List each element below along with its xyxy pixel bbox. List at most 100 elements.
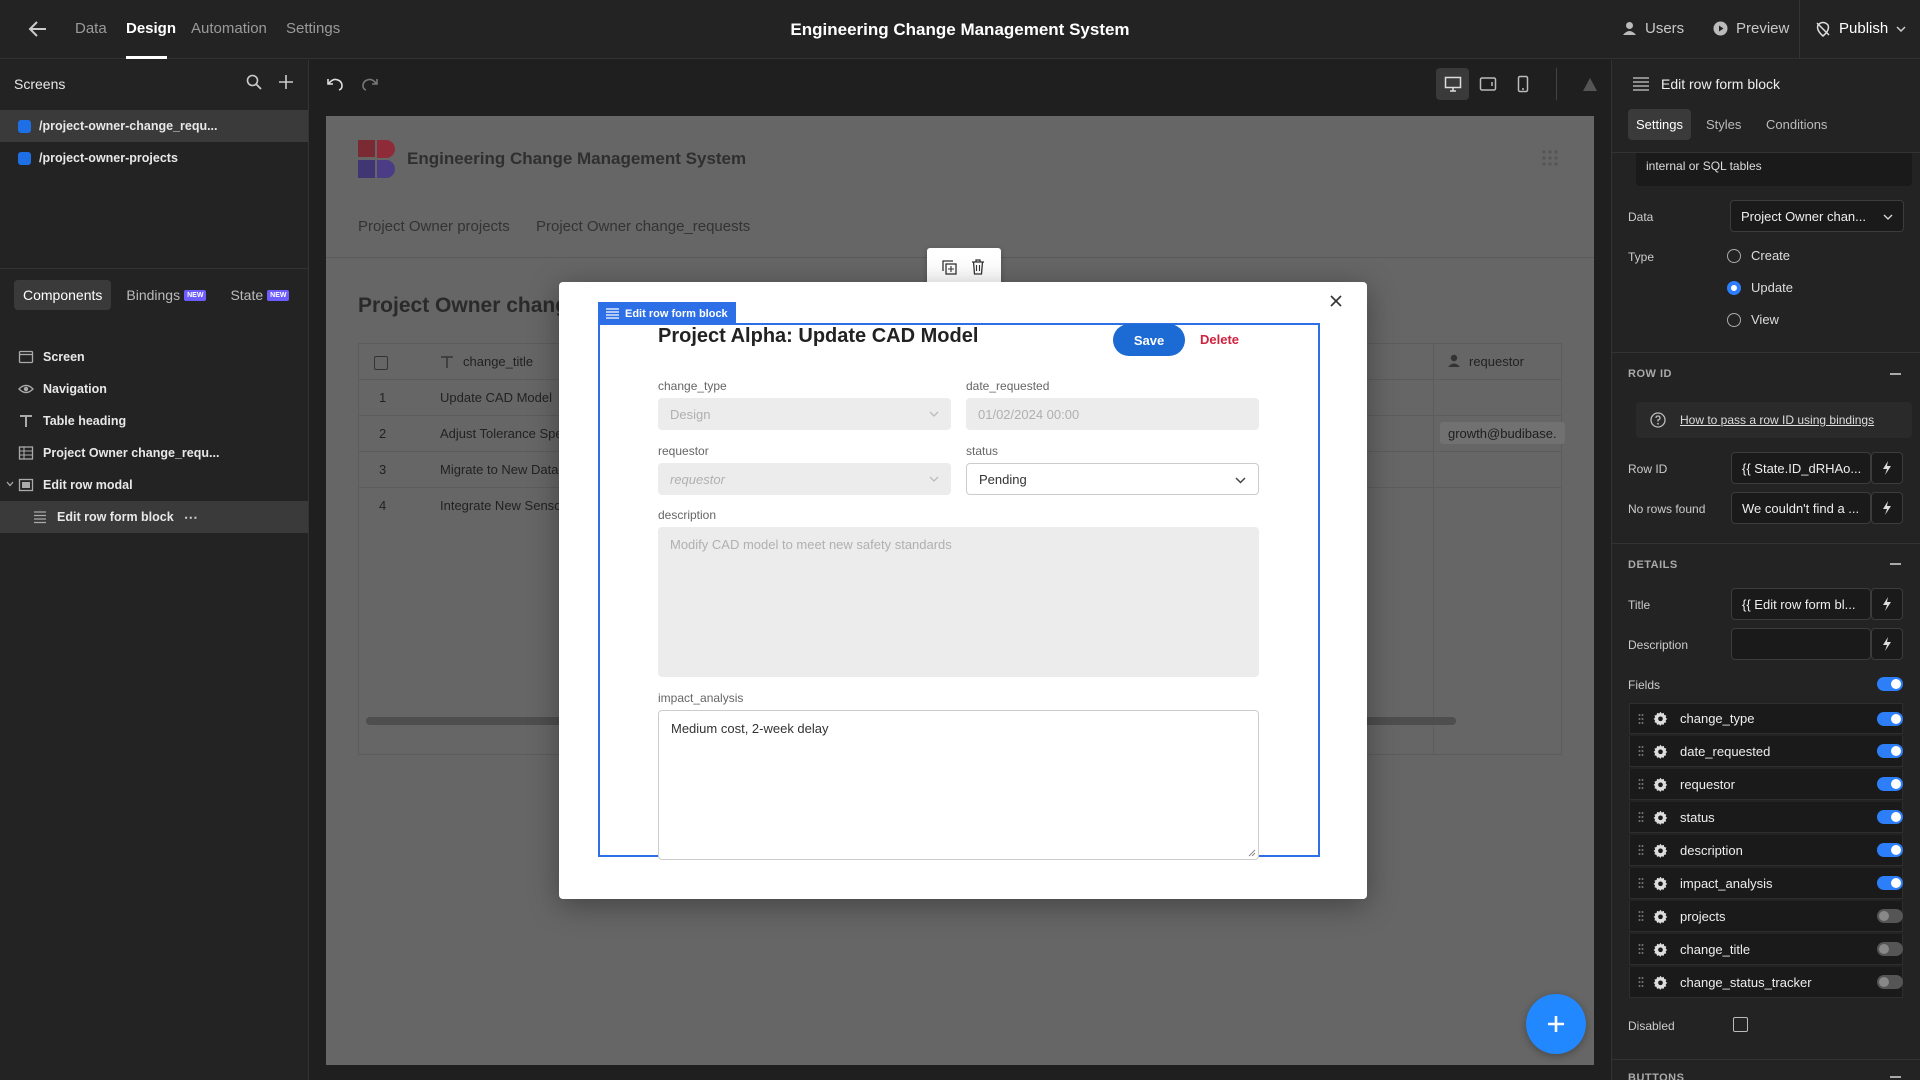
delete-button[interactable]: Delete [1200,332,1239,347]
binding-bolt-icon[interactable] [1871,588,1903,620]
gear-icon[interactable] [1653,777,1668,792]
more-options-icon[interactable]: ⋯ [184,509,199,526]
app-nav-change-requests[interactable]: Project Owner change_requests [536,218,750,235]
disabled-checkbox[interactable] [1733,1017,1748,1032]
field-row-change_title[interactable]: change_title [1629,934,1903,965]
tab-settings[interactable]: Settings [1628,109,1691,140]
drag-handle-icon[interactable] [1638,811,1644,823]
add-screen-icon[interactable] [278,74,294,90]
gear-icon[interactable] [1653,975,1668,990]
field-visibility-toggle[interactable] [1877,843,1903,857]
gear-icon[interactable] [1653,711,1668,726]
tab-conditions[interactable]: Conditions [1766,117,1827,132]
drag-handle-icon[interactable] [1638,910,1644,922]
drag-handle-icon[interactable] [1638,844,1644,856]
redo-icon[interactable] [361,76,379,92]
screen-item-projects[interactable]: /project-owner-projects [0,142,308,174]
delete-trash-icon[interactable] [971,259,985,275]
tab-state[interactable]: State NEW [221,280,298,310]
desktop-view-icon[interactable] [1436,68,1469,100]
collapse-icon[interactable] [1890,563,1901,565]
tablet-view-icon[interactable] [1479,76,1497,92]
type-radio-update[interactable]: Update [1727,280,1793,295]
requestor-select[interactable]: requestor [658,463,951,495]
publish-button[interactable]: Publish [1815,20,1906,37]
drag-handle-icon[interactable] [1638,877,1644,889]
row-id-help-link[interactable]: How to pass a row ID using bindings [1680,413,1874,427]
binding-bolt-icon[interactable] [1871,628,1903,660]
mobile-view-icon[interactable] [1517,75,1529,93]
column-header-change-title[interactable]: change_title [463,354,533,369]
data-source-select[interactable]: Project Owner chan... [1730,200,1904,232]
tab-bindings[interactable]: Bindings NEW [117,280,215,310]
drag-handle-icon[interactable] [1638,745,1644,757]
field-visibility-toggle[interactable] [1877,744,1903,758]
field-visibility-toggle[interactable] [1877,942,1903,956]
field-row-date_requested[interactable]: date_requested [1629,736,1903,767]
save-button[interactable]: Save [1113,324,1185,356]
status-select[interactable]: Pending [966,463,1259,495]
change-type-select[interactable]: Design [658,398,951,430]
tree-item-edit-row-form-block[interactable]: Edit row form block ⋯ [0,501,308,533]
undo-icon[interactable] [326,76,344,92]
users-button[interactable]: Users [1622,20,1684,37]
tab-styles[interactable]: Styles [1706,117,1741,132]
collapse-icon[interactable] [1890,373,1901,375]
drag-handle-icon[interactable] [1638,778,1644,790]
edit-row-form-block[interactable]: Project Alpha: Update CAD Model Save Del… [598,323,1320,860]
tab-components[interactable]: Components [14,280,112,310]
resize-handle-icon[interactable] [1248,849,1256,857]
tree-item-table[interactable]: Project Owner change_requ... [0,437,308,469]
binding-bolt-icon[interactable] [1871,452,1903,484]
field-row-status[interactable]: status [1629,802,1903,833]
field-visibility-toggle[interactable] [1877,909,1903,923]
field-visibility-toggle[interactable] [1877,777,1903,791]
binding-bolt-icon[interactable] [1871,492,1903,524]
tree-item-table-heading[interactable]: Table heading [0,405,308,437]
drag-handle-icon[interactable] [1638,943,1644,955]
tree-item-screen[interactable]: Screen [0,341,308,373]
gear-icon[interactable] [1653,810,1668,825]
gear-icon[interactable] [1653,876,1668,891]
type-radio-create[interactable]: Create [1727,248,1790,263]
field-row-description[interactable]: description [1629,835,1903,866]
fields-master-toggle[interactable] [1877,677,1903,691]
collapse-icon[interactable] [1890,1076,1901,1078]
drag-handle-icon[interactable] [1638,713,1644,725]
drag-handle-icon[interactable] [1638,976,1644,988]
tree-item-navigation[interactable]: Navigation [0,373,308,405]
gear-icon[interactable] [1653,942,1668,957]
row-id-input[interactable]: {{ State.ID_dRHAo... [1731,452,1871,484]
duplicate-icon[interactable] [942,260,957,275]
preview-button[interactable]: Preview [1713,20,1789,37]
column-header-requestor[interactable]: requestor [1469,354,1524,369]
field-row-change_type[interactable]: change_type [1629,703,1903,734]
impact-analysis-textarea[interactable]: Medium cost, 2-week delay [658,710,1259,860]
field-row-projects[interactable]: projects [1629,901,1903,932]
field-row-impact_analysis[interactable]: impact_analysis [1629,868,1903,899]
select-all-checkbox[interactable] [374,356,388,370]
warning-icon[interactable] [1582,77,1598,92]
field-row-change_status_tracker[interactable]: change_status_tracker [1629,967,1903,998]
date-requested-field[interactable]: 01/02/2024 00:00 [966,398,1259,430]
add-component-button[interactable] [1526,994,1586,1054]
field-visibility-toggle[interactable] [1877,712,1903,726]
screen-item-change-requests[interactable]: /project-owner-change_requ... [0,110,308,142]
title-input[interactable]: {{ Edit row form bl... [1731,588,1871,620]
search-icon[interactable] [246,74,262,90]
field-row-requestor[interactable]: requestor [1629,769,1903,800]
type-radio-view[interactable]: View [1727,312,1779,327]
chevron-down-icon[interactable] [6,481,14,487]
grid-menu-icon[interactable] [1542,150,1558,166]
gear-icon[interactable] [1653,843,1668,858]
description-input[interactable] [1731,628,1871,660]
field-visibility-toggle[interactable] [1877,876,1903,890]
tree-item-edit-row-modal[interactable]: Edit row modal [0,469,308,501]
description-textarea[interactable]: Modify CAD model to meet new safety stan… [658,527,1259,677]
gear-icon[interactable] [1653,909,1668,924]
close-icon[interactable] [1329,294,1343,308]
field-visibility-toggle[interactable] [1877,975,1903,989]
field-visibility-toggle[interactable] [1877,810,1903,824]
gear-icon[interactable] [1653,744,1668,759]
no-rows-input[interactable]: We couldn't find a ... [1731,492,1871,524]
